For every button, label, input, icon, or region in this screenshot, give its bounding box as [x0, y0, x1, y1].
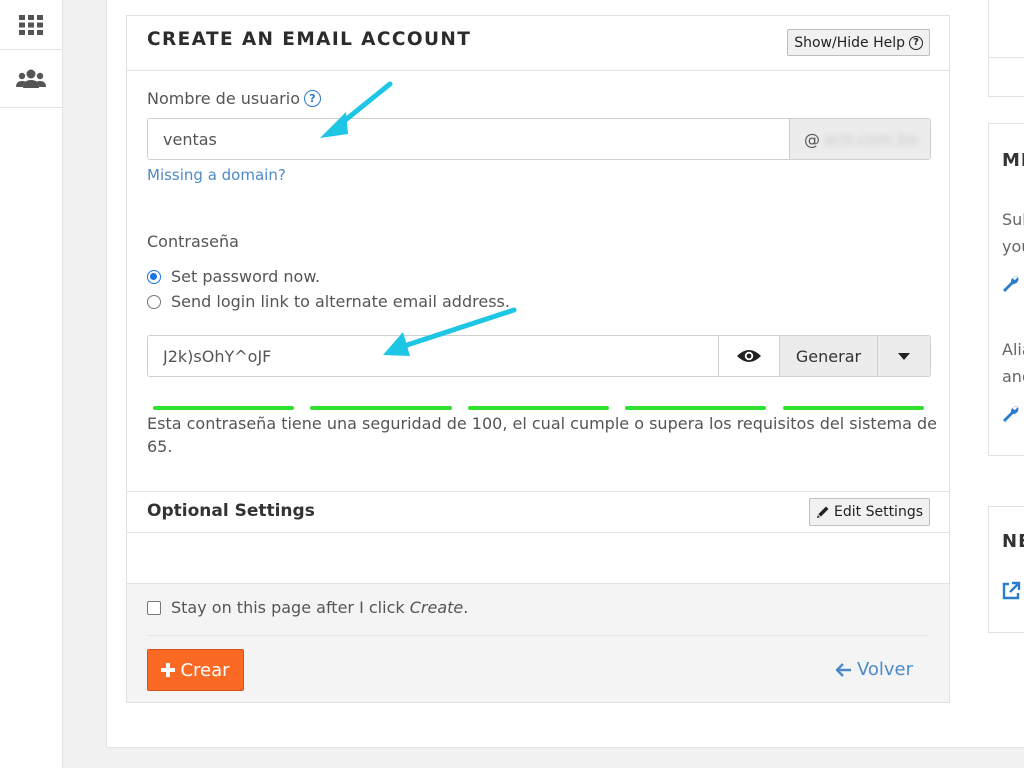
password-input[interactable]: [148, 336, 718, 376]
optional-settings-title: Optional Settings: [147, 501, 315, 521]
radio-set-password-label: Set password now.: [171, 267, 321, 286]
generate-label: Generar: [795, 346, 862, 366]
stay-suffix: .: [463, 598, 469, 617]
side-card-news-title: NE: [1002, 531, 1024, 552]
external-link-icon[interactable]: [1001, 581, 1021, 601]
edit-settings-label: Edit Settings: [834, 504, 923, 520]
side-card-text-2: you: [1002, 237, 1024, 256]
radio-set-password-now[interactable]: Set password now.: [147, 267, 320, 286]
show-password-button[interactable]: [718, 336, 779, 376]
strength-meter-segment-3: [468, 406, 609, 410]
left-nav-rail: [0, 0, 63, 768]
radio-send-link-label: Send login link to alternate email addre…: [171, 292, 510, 311]
password-input-group: Generar: [147, 335, 931, 377]
missing-domain-link[interactable]: Missing a domain?: [147, 166, 286, 184]
password-strength-text: Esta contraseña tiene una seguridad de 1…: [147, 414, 938, 456]
create-button[interactable]: Crear: [147, 649, 244, 691]
grid-icon: [19, 14, 43, 35]
help-question-icon[interactable]: ?: [303, 90, 321, 107]
strength-meter-segment-5: [783, 406, 924, 410]
strength-meter-segment-1: [153, 406, 294, 410]
strength-meter-segment-4: [625, 406, 766, 410]
stay-on-page-checkbox[interactable]: [147, 600, 161, 615]
plus-icon: [161, 663, 176, 677]
users-icon: [16, 69, 46, 88]
generate-password-button[interactable]: Generar: [779, 336, 877, 376]
domain-addon[interactable]: @ acti.com.bo: [789, 119, 930, 159]
domain-blurred: acti.com.bo: [824, 129, 918, 149]
side-card-news: NE: [988, 506, 1024, 633]
wrench-icon[interactable]: [1001, 274, 1021, 294]
edit-settings-button[interactable]: Edit Settings: [809, 498, 930, 526]
side-card-text-3: Alia: [1002, 340, 1024, 359]
radio-send-login-link[interactable]: Send login link to alternate email addre…: [147, 292, 510, 311]
stay-emphasis: Create: [409, 598, 464, 617]
strength-meter-segment-2: [310, 406, 452, 410]
side-card-divider: [989, 57, 1024, 58]
back-link[interactable]: Volver: [835, 659, 913, 680]
side-card-title: MI: [1002, 150, 1024, 171]
help-button-label: Show/Hide Help: [794, 34, 905, 51]
card-header: CREATE AN EMAIL ACCOUNT Show/Hide Help ?: [127, 16, 949, 71]
pencil-icon: [817, 506, 829, 518]
wrench-icon[interactable]: [1001, 404, 1021, 424]
caret-down-icon: [898, 352, 910, 360]
eye-icon: [737, 350, 761, 362]
back-label: Volver: [856, 659, 913, 680]
side-card-text-4: and: [1002, 367, 1024, 386]
question-circle-icon: ?: [909, 35, 923, 50]
users-nav-item[interactable]: [0, 50, 62, 108]
optional-settings-header: Optional Settings Edit Settings: [127, 491, 949, 533]
create-label: Crear: [180, 659, 230, 681]
side-card-text-1: Sub: [1002, 210, 1024, 229]
radio-button-checked[interactable]: [147, 269, 161, 284]
arrow-left-icon: [835, 662, 851, 677]
create-email-card: CREATE AN EMAIL ACCOUNT Show/Hide Help ?…: [126, 15, 950, 703]
username-label-row: Nombre de usuario?: [147, 89, 321, 108]
side-card-management: MI Sub you Alia and: [988, 123, 1024, 456]
at-sign: @: [804, 129, 820, 149]
password-label: Contraseña: [147, 232, 239, 251]
username-input[interactable]: [148, 119, 789, 159]
username-input-group: @acti.com.bo: [147, 118, 931, 160]
show-hide-help-button[interactable]: Show/Hide Help ?: [787, 29, 930, 56]
stay-on-page-label: Stay on this page after I click Create.: [171, 598, 468, 617]
stay-prefix: Stay on this page after I click: [171, 598, 410, 617]
stay-on-page-row[interactable]: Stay on this page after I click Create.: [147, 598, 468, 617]
side-card-top: [988, 0, 1024, 97]
generate-options-dropdown[interactable]: [877, 336, 930, 376]
username-label: Nombre de usuario: [147, 89, 300, 108]
footer-divider: [147, 635, 929, 636]
radio-button-unchecked[interactable]: [147, 294, 161, 309]
form-footer: Stay on this page after I click Create. …: [127, 583, 949, 702]
card-title: CREATE AN EMAIL ACCOUNT: [147, 29, 472, 50]
apps-grid-nav-item[interactable]: [0, 0, 62, 50]
